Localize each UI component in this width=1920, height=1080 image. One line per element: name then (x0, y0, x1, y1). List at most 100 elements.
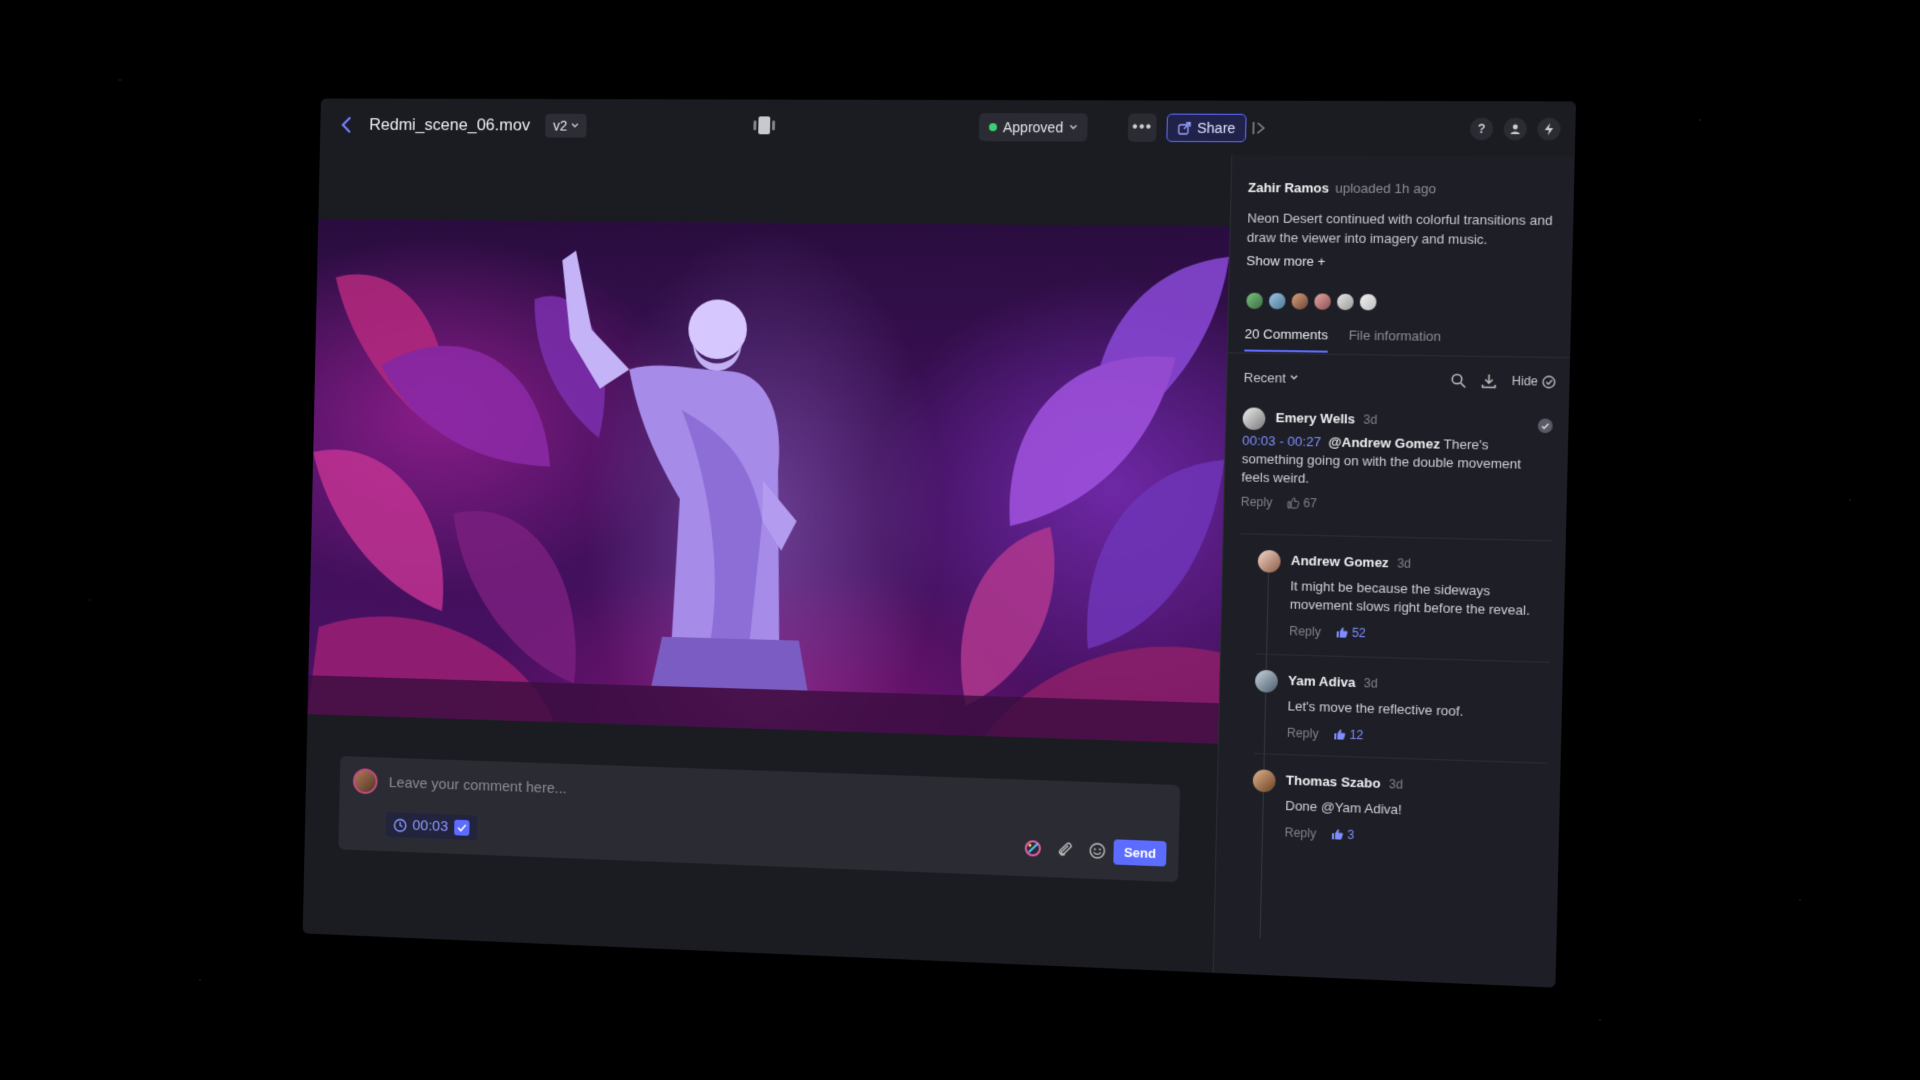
comment-item: Thomas Szabo 3d Done @Yam Adiva! Reply 3 (1216, 764, 1561, 868)
time-range-link[interactable]: 00:03 - 00:27 (1242, 433, 1321, 450)
comment-time: 3d (1388, 776, 1404, 792)
share-icon (1178, 121, 1192, 134)
chevron-down-icon (1290, 375, 1298, 381)
hide-resolved-button[interactable]: Hide (1512, 374, 1556, 389)
comment-actions: Reply 12 (1287, 726, 1364, 743)
draw-annotation-icon[interactable] (1023, 838, 1044, 859)
version-label: v2 (552, 117, 568, 134)
reply-button[interactable]: Reply (1284, 825, 1316, 840)
top-bar: Redmi_scene_06.mov v2 (319, 98, 1577, 158)
more-options-button[interactable]: ••• (1127, 113, 1157, 142)
viewer-area: 00:03 Send (302, 150, 1232, 973)
lightning-icon[interactable] (1537, 117, 1561, 141)
comment-time: 3d (1396, 556, 1412, 571)
like-count: 67 (1303, 495, 1318, 511)
avatar[interactable] (1257, 549, 1281, 573)
comment-tools: Hide (1451, 372, 1556, 389)
resolve-check-icon[interactable] (1537, 418, 1553, 434)
like-button[interactable]: 67 (1287, 495, 1318, 511)
review-app-window: Redmi_scene_06.mov v2 Approved ••• Share… (302, 98, 1577, 988)
avatar[interactable] (1245, 291, 1265, 311)
upload-time: uploaded 1h ago (1335, 180, 1437, 197)
like-count: 3 (1347, 827, 1355, 843)
avatar[interactable] (1335, 292, 1355, 312)
comment-input[interactable] (388, 769, 1154, 823)
like-button[interactable]: 52 (1335, 625, 1366, 640)
avatar[interactable] (1242, 407, 1266, 431)
emoji-icon[interactable] (1087, 840, 1108, 861)
video-frame[interactable] (307, 218, 1230, 744)
top-right-actions: ? (1469, 117, 1561, 141)
reply-button[interactable]: Reply (1241, 495, 1273, 510)
comment-body: Let's move the reflective roof. (1287, 698, 1464, 719)
sort-dropdown[interactable]: Recent (1244, 369, 1299, 385)
reply-button[interactable]: Reply (1289, 624, 1321, 639)
comment-actions: Reply 3 (1284, 825, 1354, 842)
avatar[interactable] (1267, 291, 1287, 311)
user-icon[interactable] (1503, 117, 1528, 141)
avatar[interactable] (1290, 292, 1310, 311)
checkbox-checked-icon[interactable] (453, 819, 470, 836)
comment-author: Thomas Szabo 3d (1285, 772, 1404, 792)
comment-item: Andrew Gomez 3d It might be because the s… (1221, 545, 1566, 656)
comment-author: Yam Adiva 3d (1287, 672, 1378, 691)
comment-composer: 00:03 Send (338, 756, 1181, 883)
sidebar-tabs: 20 Comments File information (1244, 326, 1441, 354)
avatar (352, 768, 378, 795)
comments-toolbar: Recent Hide (1243, 365, 1556, 394)
status-dot-icon (988, 123, 998, 132)
share-label: Share (1197, 119, 1236, 137)
comment-author: Emery Wells 3d (1275, 409, 1378, 427)
mention[interactable]: @Andrew Gomez (1328, 434, 1440, 451)
avatar[interactable] (1254, 669, 1279, 693)
statue-scene-image (307, 250, 1230, 744)
tab-comments[interactable]: 20 Comments (1244, 326, 1329, 353)
check-circle-icon (1542, 375, 1556, 389)
uploader-name: Zahir Ramos (1247, 179, 1330, 196)
collapse-panel-icon[interactable] (1248, 117, 1271, 139)
avatar[interactable] (1358, 292, 1378, 312)
divider (1240, 533, 1553, 542)
comment-body: Done @Yam Adiva! (1285, 797, 1403, 818)
show-more-link[interactable]: Show more + (1246, 253, 1326, 269)
back-arrow-icon[interactable] (335, 114, 356, 135)
comment-actions: Reply 52 (1289, 624, 1366, 640)
tab-file-information[interactable]: File information (1348, 327, 1441, 354)
comment-time: 3d (1363, 412, 1378, 427)
comment-item: Emery Wells 3d 00:03 - 00:27 @Andrew Gome… (1224, 403, 1570, 532)
status-label: Approved (1002, 119, 1064, 136)
panel-toggle-handle[interactable] (751, 115, 777, 135)
avatar[interactable] (1252, 769, 1276, 793)
like-count: 52 (1351, 625, 1366, 641)
timecode-toggle[interactable]: 00:03 (385, 812, 477, 841)
reviewer-avatars (1245, 291, 1378, 312)
attachment-icon[interactable] (1055, 839, 1076, 860)
comment-time: 3d (1363, 675, 1378, 691)
clock-icon (393, 818, 407, 832)
version-dropdown[interactable]: v2 (545, 113, 587, 138)
comment-item: Yam Adiva 3d Let's move the reflective ro… (1219, 665, 1564, 768)
share-button[interactable]: Share (1166, 113, 1247, 143)
chevron-down-icon (1069, 124, 1077, 130)
like-button[interactable]: 3 (1331, 827, 1355, 843)
file-description: Neon Desert continued with colorful tran… (1246, 210, 1553, 248)
timecode-value: 00:03 (412, 817, 449, 836)
avatar[interactable] (1313, 292, 1333, 311)
like-button[interactable]: 12 (1333, 727, 1364, 742)
download-icon[interactable] (1481, 373, 1497, 389)
send-button[interactable]: Send (1113, 839, 1167, 867)
hide-label: Hide (1511, 373, 1539, 389)
composer-tools (1023, 838, 1108, 861)
comment-body: It might be because the sideways movemen… (1289, 578, 1531, 619)
search-icon[interactable] (1451, 372, 1467, 388)
reply-button[interactable]: Reply (1287, 726, 1319, 741)
comment-author: Andrew Gomez 3d (1290, 552, 1412, 571)
uploader-info: Zahir Ramos uploaded 1h ago (1248, 180, 1436, 196)
like-count: 12 (1349, 727, 1364, 743)
file-name: Redmi_scene_06.mov (369, 115, 531, 135)
help-icon[interactable]: ? (1469, 117, 1494, 141)
status-dropdown[interactable]: Approved (978, 113, 1088, 142)
comment-actions: Reply 67 (1241, 495, 1317, 511)
thumbs-up-icon (1336, 627, 1348, 638)
comments-sidebar: Zahir Ramos uploaded 1h ago Neon Desert c… (1212, 155, 1575, 988)
